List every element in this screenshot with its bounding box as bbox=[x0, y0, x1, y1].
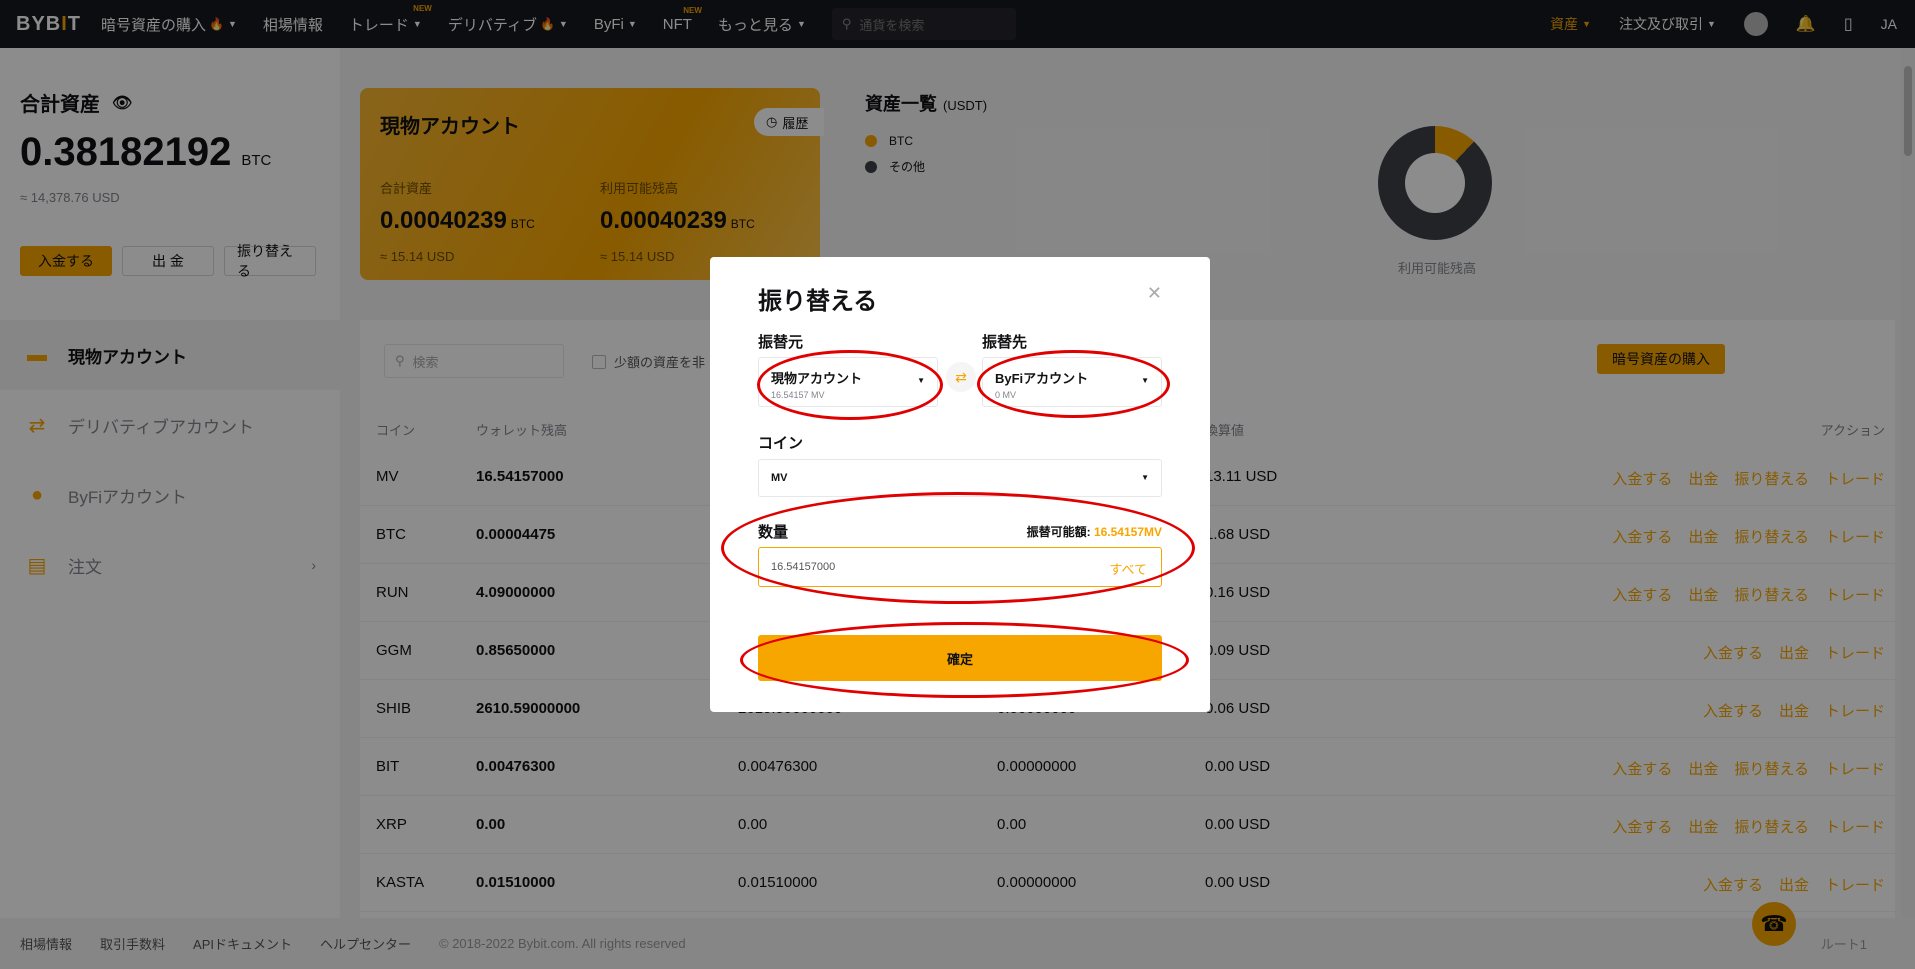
quantity-label: 数量 bbox=[758, 524, 789, 541]
swap-icon[interactable]: ⇄ bbox=[946, 362, 976, 392]
to-account-balance: 0 MV bbox=[995, 390, 1017, 400]
modal-title: 振り替える bbox=[758, 288, 878, 315]
close-icon[interactable]: ✕ bbox=[1147, 283, 1162, 304]
from-account-balance: 16.54157 MV bbox=[771, 390, 825, 400]
to-account-name: ByFiアカウント bbox=[995, 371, 1089, 386]
transferable-amount: 振替可能額: 16.54157MV bbox=[1026, 525, 1162, 539]
to-account-select[interactable]: ByFiアカウント 0 MV ▼ bbox=[982, 357, 1162, 407]
from-account-select[interactable]: 現物アカウント 16.54157 MV ▼ bbox=[758, 357, 938, 407]
from-label: 振替元 bbox=[758, 334, 804, 351]
coin-label: コイン bbox=[758, 435, 804, 452]
transfer-modal: 振り替える ✕ 振替元 現物アカウント 16.54157 MV ▼ ⇄ 振替先 … bbox=[710, 257, 1210, 712]
chevron-down-icon: ▼ bbox=[1141, 473, 1149, 482]
coin-select[interactable]: MV ▼ bbox=[758, 459, 1162, 497]
confirm-button[interactable]: 確定 bbox=[758, 635, 1162, 681]
quantity-input[interactable]: 16.54157000 すべて bbox=[758, 547, 1162, 587]
chevron-down-icon: ▼ bbox=[917, 376, 925, 385]
from-account-name: 現物アカウント bbox=[771, 371, 863, 386]
chevron-down-icon: ▼ bbox=[1141, 376, 1149, 385]
max-all-button[interactable]: すべて bbox=[1109, 559, 1147, 578]
to-label: 振替先 bbox=[982, 334, 1028, 351]
